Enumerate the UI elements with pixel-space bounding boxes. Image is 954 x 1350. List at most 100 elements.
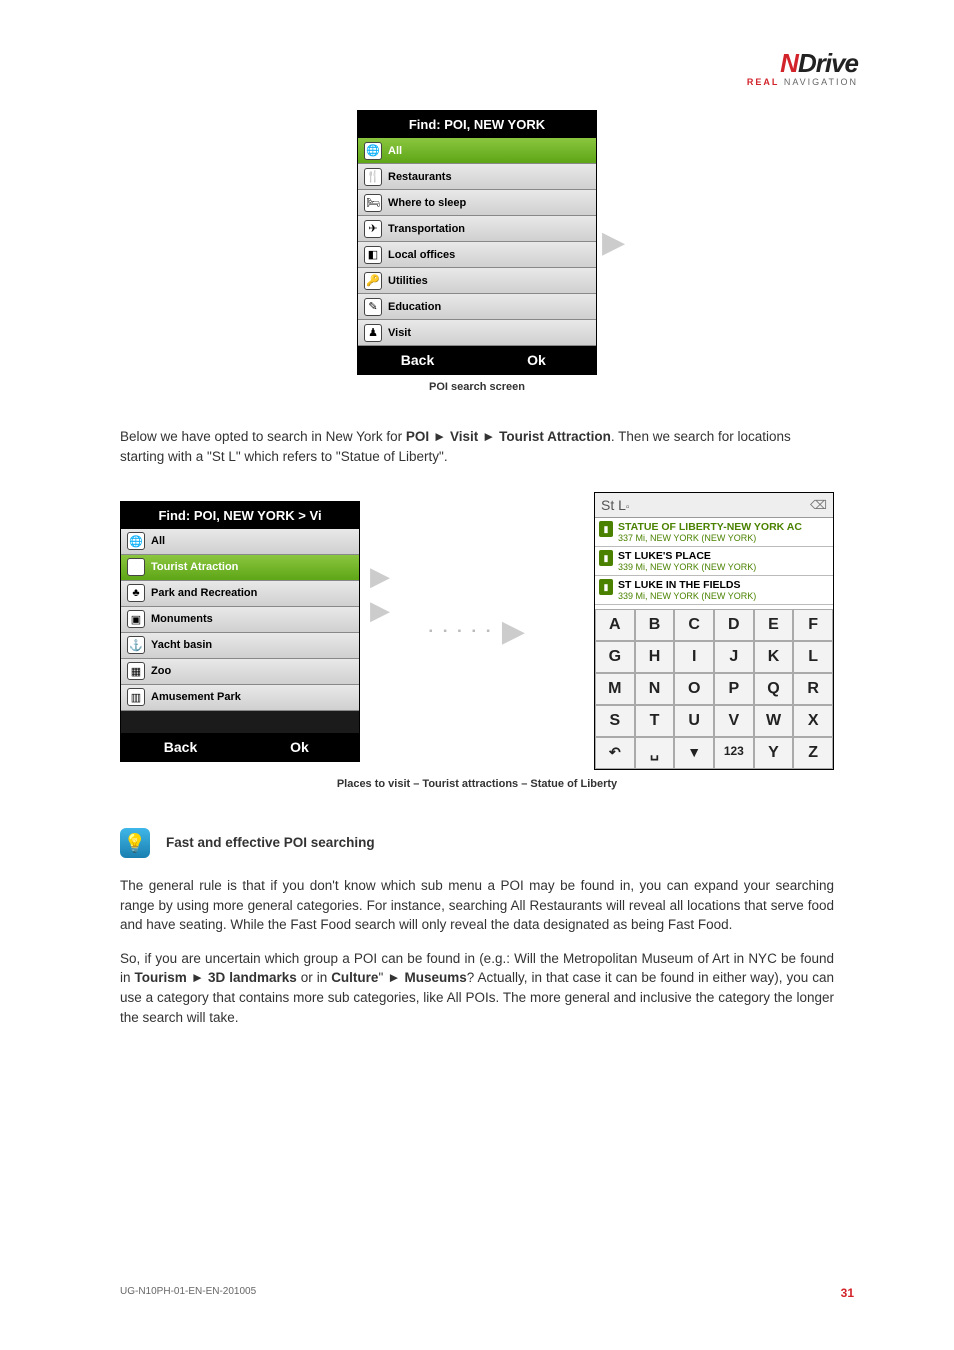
keyboard-key[interactable]: B [635,609,675,641]
ok-button[interactable]: Ok [240,733,359,761]
category-row[interactable]: ▣ Tourist Atraction [121,555,359,581]
category-label: Monuments [151,613,213,625]
keyboard-key[interactable]: J [714,641,754,673]
keyboard-key[interactable]: S [595,705,635,737]
keyboard-key[interactable]: V [714,705,754,737]
keyboard-key[interactable]: L [793,641,833,673]
category-icon: ◧ [364,246,382,264]
visit-categories-screenshot: Find: POI, NEW YORK > Vi 🌐 All ▣ Tourist At… [120,501,360,762]
keyboard-key[interactable]: O [674,673,714,705]
search-keyboard-screenshot: St L▫ ⌫ ▮STATUE OF LIBERTY-NEW YORK AC33… [594,492,834,770]
category-icon: ▥ [127,688,145,706]
backspace-icon[interactable]: ⌫ [810,498,827,512]
category-row[interactable]: ▣Monuments [121,607,359,633]
category-icon: ✎ [364,298,382,316]
keyboard-key[interactable]: G [595,641,635,673]
pin-icon: ▮ [599,550,613,566]
keyboard-key[interactable]: T [635,705,675,737]
keyboard-key[interactable]: I [674,641,714,673]
search-result-row[interactable]: ▮ ST LUKE'S PLACE339 Mi, NEW YORK (NEW YO… [595,547,833,576]
ok-button[interactable]: Ok [477,346,596,374]
tip-paragraph-2: So, if you are uncertain which group a P… [120,949,834,1027]
keyboard-key[interactable]: U [674,705,714,737]
keyboard-key[interactable]: P [714,673,754,705]
category-icon: 🔑 [364,272,382,290]
keyboard-key[interactable]: R [793,673,833,705]
shot2-title: Find: POI, NEW YORK > Vi [121,502,359,529]
logo-tag-nav: NAVIGATION [779,77,858,87]
logo-rest: Drive [798,48,858,78]
keyboard-key[interactable]: Z [793,737,833,769]
category-row[interactable]: 🌐 All [121,529,359,555]
keyboard-key[interactable]: Q [754,673,794,705]
category-row[interactable]: ♣Park and Recreation [121,581,359,607]
keyboard-key[interactable]: H [635,641,675,673]
keyboard-key[interactable]: N [635,673,675,705]
result-title: ST LUKE'S PLACE [618,550,756,562]
footer-code: UG-N10PH-01-EN-EN-201005 [120,1286,256,1300]
result-subtitle: 339 Mi, NEW YORK (NEW YORK) [618,562,756,572]
category-row[interactable]: 🍴 Restaurants [358,164,596,190]
category-label: All [151,535,165,547]
category-label: Zoo [151,665,171,677]
category-row[interactable]: 🔑 Utilities [358,268,596,294]
category-icon: ♣ [127,584,145,602]
keyboard-key[interactable]: ␣ [635,737,675,769]
keyboard: ABCDEF GHIJKL MNOPQR STUVWX ↶␣▼123YZ [595,609,833,769]
search-result-row[interactable]: ▮STATUE OF LIBERTY-NEW YORK AC337 Mi, NE… [595,518,833,547]
category-row[interactable]: 🛏 Where to sleep [358,190,596,216]
category-row[interactable]: ◧Local offices [358,242,596,268]
keyboard-key[interactable]: C [674,609,714,641]
back-button[interactable]: Back [121,733,240,761]
category-icon: 🌐 [127,532,145,550]
category-label: Visit [388,327,411,339]
category-row[interactable]: ⚓Yacht basin [121,633,359,659]
category-row[interactable]: 🌐All [358,138,596,164]
search-input-value[interactable]: St L [601,497,626,513]
category-row[interactable]: ♟Visit [358,320,596,346]
back-button[interactable]: Back [358,346,477,374]
keyboard-key[interactable]: A [595,609,635,641]
category-label: Restaurants [388,171,452,183]
pin-icon: ▮ [599,521,613,537]
category-label: Utilities [388,275,428,287]
result-subtitle: 337 Mi, NEW YORK (NEW YORK) [618,533,802,543]
keyboard-key[interactable]: K [754,641,794,673]
keyboard-key[interactable]: 123 [714,737,754,769]
caption-2: Places to visit – Tourist attractions – … [0,778,954,790]
category-row[interactable]: ✎ Education [358,294,596,320]
keyboard-key[interactable]: ↶ [595,737,635,769]
category-icon: 🌐 [364,142,382,160]
keyboard-key[interactable]: M [595,673,635,705]
category-icon: 🛏 [364,194,382,212]
arrow-icon: ▶ [502,614,525,649]
category-row[interactable]: ▦ Zoo [121,659,359,685]
category-row[interactable]: ▥Amusement Park [121,685,359,711]
keyboard-key[interactable]: X [793,705,833,737]
category-row[interactable]: ✈Transportation [358,216,596,242]
keyboard-key[interactable]: Y [754,737,794,769]
category-icon: ▦ [127,662,145,680]
keyboard-key[interactable]: F [793,609,833,641]
keyboard-key[interactable]: ▼ [674,737,714,769]
result-title: ST LUKE IN THE FIELDS [618,579,756,591]
keyboard-key[interactable]: D [714,609,754,641]
paragraph-1: Below we have opted to search in New Yor… [120,427,834,466]
category-label: Education [388,301,441,313]
category-icon: ▣ [127,558,145,576]
lightbulb-icon: 💡 [120,828,150,858]
category-icon: 🍴 [364,168,382,186]
shot1-title: Find: POI, NEW YORK [358,111,596,138]
poi-search-screenshot: Find: POI, NEW YORK 🌐All 🍴 Restaurants 🛏 Whe… [357,110,597,375]
keyboard-key[interactable]: E [754,609,794,641]
category-label: Where to sleep [388,197,466,209]
category-label: Yacht basin [151,639,212,651]
logo-tag-real: REAL [747,77,780,87]
tip-paragraph-1: The general rule is that if you don't kn… [120,876,834,935]
search-result-row[interactable]: ▮ST LUKE IN THE FIELDS339 Mi, NEW YORK (… [595,576,833,605]
shot1-caption: POI search screen [0,381,954,393]
category-icon: ✈ [364,220,382,238]
category-label: Tourist Atraction [151,561,238,573]
keyboard-key[interactable]: W [754,705,794,737]
arrow-icon: ▶ [602,225,625,260]
